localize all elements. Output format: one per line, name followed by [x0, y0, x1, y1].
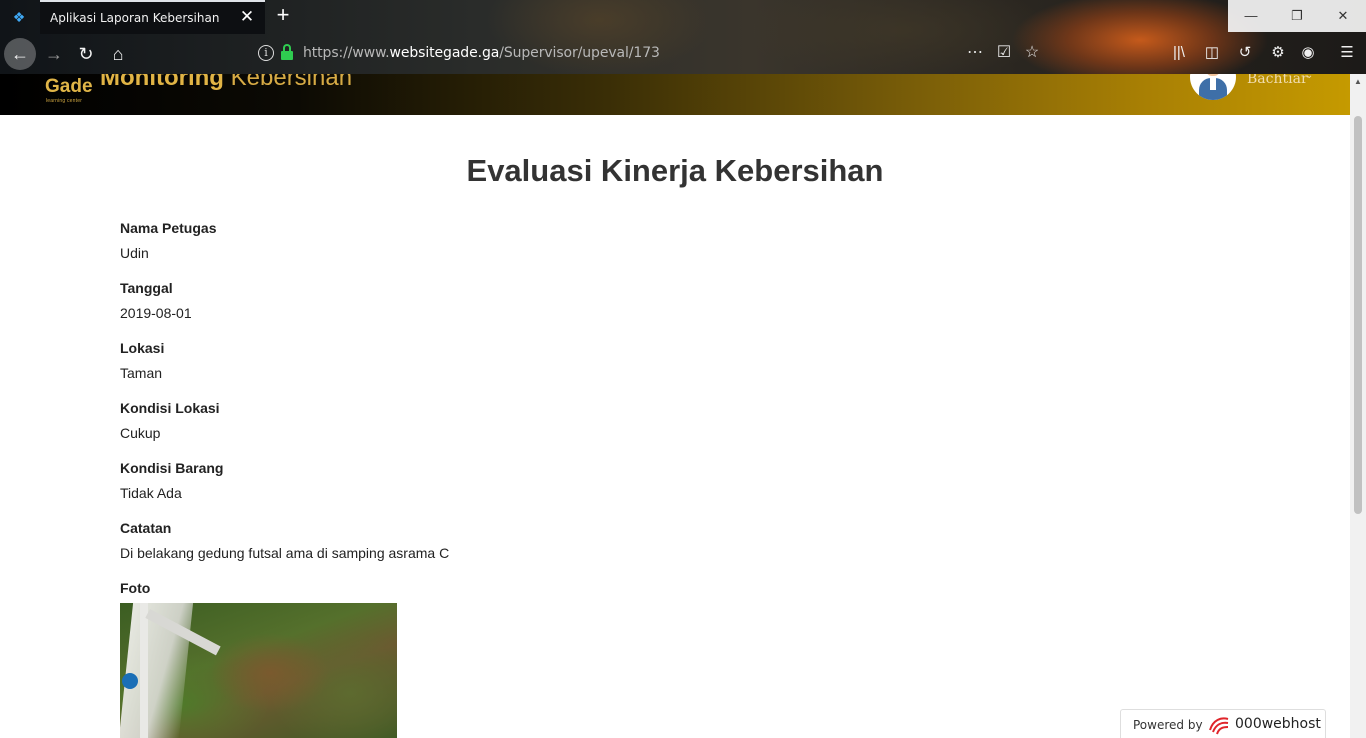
logo-subtitle: learning center: [46, 98, 83, 104]
field-tanggal: Tanggal 2019-08-01: [120, 278, 192, 323]
field-value: Udin: [120, 245, 149, 261]
field-label: Foto: [120, 580, 151, 596]
field-foto: Foto: [120, 578, 150, 598]
minimize-icon[interactable]: —: [1228, 0, 1274, 32]
url-bar[interactable]: i https://www.websitegade.ga/Supervisor/…: [258, 42, 1058, 66]
tab-title: Aplikasi Laporan Kebersihan: [50, 11, 220, 25]
close-window-icon[interactable]: ✕: [1320, 0, 1366, 32]
scrollbar-thumb[interactable]: [1354, 116, 1362, 514]
site-title: Monitoring Kebersihan: [100, 74, 352, 93]
tab-close-icon[interactable]: ✕: [239, 8, 255, 26]
chevron-down-icon[interactable]: ⌄: [1305, 74, 1313, 81]
field-label: Kondisi Barang: [120, 460, 224, 476]
site-info-icon[interactable]: i: [258, 45, 274, 61]
field-label: Catatan: [120, 520, 172, 536]
window-controls: — ❐ ✕: [1228, 0, 1366, 32]
field-value: 2019-08-01: [120, 305, 192, 321]
site-title-strong: Monitoring: [100, 74, 224, 91]
field-value: Cukup: [120, 425, 161, 441]
field-value: Taman: [120, 365, 163, 381]
tab-active[interactable]: Aplikasi Laporan Kebersihan ✕: [40, 0, 265, 34]
user-menu-name[interactable]: Bachtiar: [1247, 74, 1308, 87]
scroll-up-icon[interactable]: ▲: [1350, 74, 1366, 90]
browser-chrome: ❖ Aplikasi Laporan Kebersihan ✕ + — ❐ ✕ …: [0, 0, 1366, 74]
reload-icon[interactable]: ↻: [70, 38, 102, 70]
url-text[interactable]: https://www.websitegade.ga/Supervisor/up…: [303, 45, 660, 61]
pocket-icon[interactable]: ☑: [993, 42, 1015, 64]
more-dots-icon[interactable]: ⋯: [964, 42, 986, 64]
field-value: Di belakang gedung futsal ama di samping…: [120, 545, 450, 561]
url-domain: websitegade.ga: [389, 45, 500, 61]
account-icon[interactable]: ◉: [1297, 42, 1319, 64]
site-logo[interactable]: Gade learning center: [45, 74, 95, 115]
url-prefix: https://www.: [303, 45, 390, 61]
extension-icon[interactable]: ⚙: [1267, 42, 1289, 64]
tab-list-icon[interactable]: ❖: [11, 9, 27, 25]
field-lokasi: Lokasi Taman: [120, 338, 164, 383]
badge-brand: 000webhost: [1235, 716, 1321, 732]
back-arrow-icon[interactable]: ←: [4, 38, 36, 70]
field-catatan: Catatan Di belakang gedung futsal ama di…: [120, 518, 449, 563]
logo-text: Gade: [45, 76, 93, 97]
site-header: Gade learning center Monitoring Kebersih…: [0, 74, 1350, 115]
field-label: Nama Petugas: [120, 220, 217, 236]
field-kondisi-barang: Kondisi Barang Tidak Ada: [120, 458, 223, 503]
lock-icon[interactable]: [280, 44, 294, 62]
field-label: Kondisi Lokasi: [120, 400, 220, 416]
site-title-light: Kebersihan: [230, 74, 353, 91]
tab-bar: ❖ Aplikasi Laporan Kebersihan ✕ + — ❐ ✕: [0, 0, 1366, 34]
navigation-bar: ← → ↻ ⌂ i https://www.websitegade.ga/Sup…: [0, 34, 1366, 74]
restore-icon[interactable]: ❐: [1274, 0, 1320, 32]
hosting-badge[interactable]: Powered by 000webhost: [1120, 709, 1326, 738]
field-label: Tanggal: [120, 280, 173, 296]
library-icon[interactable]: ||\: [1168, 42, 1190, 64]
hamburger-menu-icon[interactable]: ☰: [1336, 42, 1358, 64]
home-icon[interactable]: ⌂: [102, 38, 134, 70]
field-nama-petugas: Nama Petugas Udin: [120, 218, 216, 263]
field-kondisi-lokasi: Kondisi Lokasi Cukup: [120, 398, 220, 443]
forward-arrow-icon[interactable]: →: [38, 38, 70, 70]
badge-text: Powered by: [1133, 718, 1203, 732]
report-photo: [120, 603, 397, 738]
url-path: /Supervisor/upeval/173: [499, 45, 660, 61]
star-icon[interactable]: ☆: [1021, 42, 1043, 64]
main-content: Evaluasi Kinerja Kebersihan Nama Petugas…: [0, 115, 1350, 738]
sync-icon[interactable]: ↺: [1234, 42, 1256, 64]
page-title: Evaluasi Kinerja Kebersihan: [466, 153, 884, 188]
new-tab-icon[interactable]: +: [272, 4, 294, 28]
field-value: Tidak Ada: [120, 485, 182, 501]
avatar[interactable]: [1190, 74, 1236, 100]
field-label: Lokasi: [120, 340, 165, 356]
toolbar-right: ||\ ◫ ↺ ⚙ ◉ ☰: [1164, 42, 1364, 66]
sidebar-icon[interactable]: ◫: [1201, 42, 1223, 64]
page-scrollbar[interactable]: ▲: [1350, 74, 1366, 738]
webhost-logo-icon: [1209, 717, 1229, 735]
